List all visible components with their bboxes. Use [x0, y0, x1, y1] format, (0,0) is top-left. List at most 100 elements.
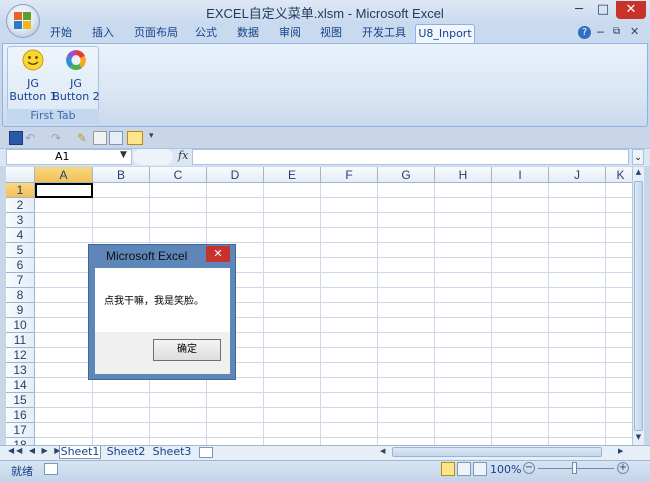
qat-customize-icon[interactable]: ▾ — [149, 131, 154, 141]
jg-button-2-label-line2: Button 2 — [52, 90, 100, 103]
row-header-5[interactable]: 5 — [6, 243, 35, 258]
tab-data[interactable]: 数据 — [232, 24, 264, 43]
column-header-j[interactable]: J — [549, 167, 606, 183]
tab-developer[interactable]: 开发工具 — [356, 24, 412, 43]
tab-insert[interactable]: 插入 — [86, 24, 120, 43]
workbook-close-icon[interactable]: ✕ — [630, 25, 639, 38]
grid-column-line — [491, 183, 492, 445]
tab-home[interactable]: 开始 — [44, 24, 78, 43]
dialog-ok-button[interactable]: 确定 — [153, 339, 221, 361]
column-header-g[interactable]: G — [378, 167, 435, 183]
maximize-button[interactable]: □ — [591, 1, 615, 19]
tab-review[interactable]: 审阅 — [274, 24, 306, 43]
jg-button-1-label-line1: JG — [27, 77, 39, 90]
scroll-up-icon[interactable]: ▲ — [634, 168, 643, 178]
column-header-d[interactable]: D — [207, 167, 264, 183]
zoom-in-icon[interactable]: + — [617, 462, 629, 474]
formula-splitter[interactable] — [133, 149, 173, 165]
close-window-button[interactable]: ✕ — [616, 1, 646, 19]
tab-page-layout[interactable]: 页面布局 — [128, 24, 184, 43]
zoom-slider-thumb[interactable] — [572, 462, 577, 474]
jg-button-1[interactable]: JG Button 1 — [9, 47, 57, 107]
sheet-tab-2[interactable]: Sheet2 — [105, 446, 147, 459]
active-cell-a1[interactable] — [35, 183, 93, 198]
save-icon[interactable] — [9, 131, 23, 145]
column-header-h[interactable]: H — [435, 167, 492, 183]
redo-icon[interactable]: ↷ — [51, 131, 65, 145]
row-header-7[interactable]: 7 — [6, 273, 35, 288]
minimize-button[interactable]: ─ — [567, 1, 591, 19]
name-box-dropdown-icon[interactable]: ▼ — [120, 150, 127, 160]
help-icon[interactable]: ? — [578, 26, 591, 39]
row-header-2[interactable]: 2 — [6, 198, 35, 213]
select-all-corner[interactable] — [6, 167, 35, 183]
column-header-f[interactable]: F — [321, 167, 378, 183]
undo-icon[interactable]: ↶ — [25, 131, 39, 145]
insert-sheet-icon[interactable] — [199, 447, 213, 458]
row-header-16[interactable]: 16 — [6, 408, 35, 423]
column-header-a[interactable]: A — [35, 167, 93, 183]
print-preview-icon[interactable] — [93, 131, 107, 145]
normal-view-icon[interactable] — [441, 462, 455, 476]
row-header-11[interactable]: 11 — [6, 333, 35, 348]
grid-column-line — [434, 183, 435, 445]
grid-row-line — [35, 392, 632, 393]
grid-row-line — [35, 407, 632, 408]
copy-icon[interactable] — [109, 131, 123, 145]
vertical-scroll-thumb[interactable] — [634, 181, 643, 431]
row-header-10[interactable]: 10 — [6, 318, 35, 333]
row-header-13[interactable]: 13 — [6, 363, 35, 378]
column-header-c[interactable]: C — [150, 167, 207, 183]
tab-view[interactable]: 视图 — [315, 24, 347, 43]
tab-u8-inport[interactable]: U8_Inport — [415, 24, 475, 43]
insert-function-icon[interactable]: fx — [178, 149, 188, 162]
grid-column-line — [548, 183, 549, 445]
office-button[interactable] — [6, 4, 40, 38]
row-header-6[interactable]: 6 — [6, 258, 35, 273]
grid-row-line — [35, 242, 632, 243]
dialog-close-button[interactable]: ✕ — [206, 246, 230, 262]
tab-formulas[interactable]: 公式 — [190, 24, 222, 43]
column-header-k[interactable]: K — [606, 167, 632, 183]
row-header-4[interactable]: 4 — [6, 228, 35, 243]
vertical-scrollbar[interactable]: ▲ ▼ — [632, 167, 644, 445]
row-header-8[interactable]: 8 — [6, 288, 35, 303]
scroll-down-icon[interactable]: ▼ — [634, 433, 643, 443]
formula-input[interactable] — [192, 149, 629, 165]
row-header-15[interactable]: 15 — [6, 393, 35, 408]
column-header-e[interactable]: E — [264, 167, 321, 183]
page-layout-view-icon[interactable] — [457, 462, 471, 476]
row-header-14[interactable]: 14 — [6, 378, 35, 393]
dialog-message: 点我干嘛，我是笑脸。 — [104, 296, 204, 307]
column-header-b[interactable]: B — [93, 167, 150, 183]
jg-button-2[interactable]: JG Button 2 — [52, 47, 100, 107]
format-painter-icon[interactable]: ✎ — [77, 131, 91, 145]
sheet-tab-3[interactable]: Sheet3 — [151, 446, 193, 459]
row-header-1[interactable]: 1 — [6, 183, 35, 198]
row-header-18[interactable]: 18 — [6, 438, 35, 445]
ribbon-restore-icon[interactable]: ⧉ — [613, 26, 620, 37]
scroll-right-icon[interactable]: ▶ — [618, 447, 623, 455]
scroll-left-icon[interactable]: ◀ — [380, 447, 385, 455]
sheet-tab-1[interactable]: Sheet1 — [59, 446, 101, 459]
page-break-view-icon[interactable] — [473, 462, 487, 476]
grid-column-line — [605, 183, 606, 445]
status-ready-text: 就绪 — [11, 465, 33, 478]
row-header-9[interactable]: 9 — [6, 303, 35, 318]
column-header-i[interactable]: I — [492, 167, 549, 183]
horizontal-scroll-thumb[interactable] — [392, 447, 602, 457]
name-box[interactable]: A1 — [6, 149, 132, 165]
ribbon-minimize-icon[interactable]: ─ — [597, 26, 604, 39]
grid-row-line — [35, 197, 632, 198]
row-header-3[interactable]: 3 — [6, 213, 35, 228]
row-header-12[interactable]: 12 — [6, 348, 35, 363]
status-bar — [0, 460, 650, 482]
horizontal-scrollbar[interactable]: ◀ ▶ — [378, 446, 632, 459]
row-header-17[interactable]: 17 — [6, 423, 35, 438]
zoom-out-icon[interactable]: − — [523, 462, 535, 474]
form-control-icon[interactable] — [127, 131, 143, 145]
grid-row-line — [35, 227, 632, 228]
expand-formula-icon[interactable]: ⌄ — [632, 149, 644, 165]
record-macro-icon[interactable] — [44, 463, 58, 475]
zoom-level[interactable]: 100% — [490, 463, 521, 476]
